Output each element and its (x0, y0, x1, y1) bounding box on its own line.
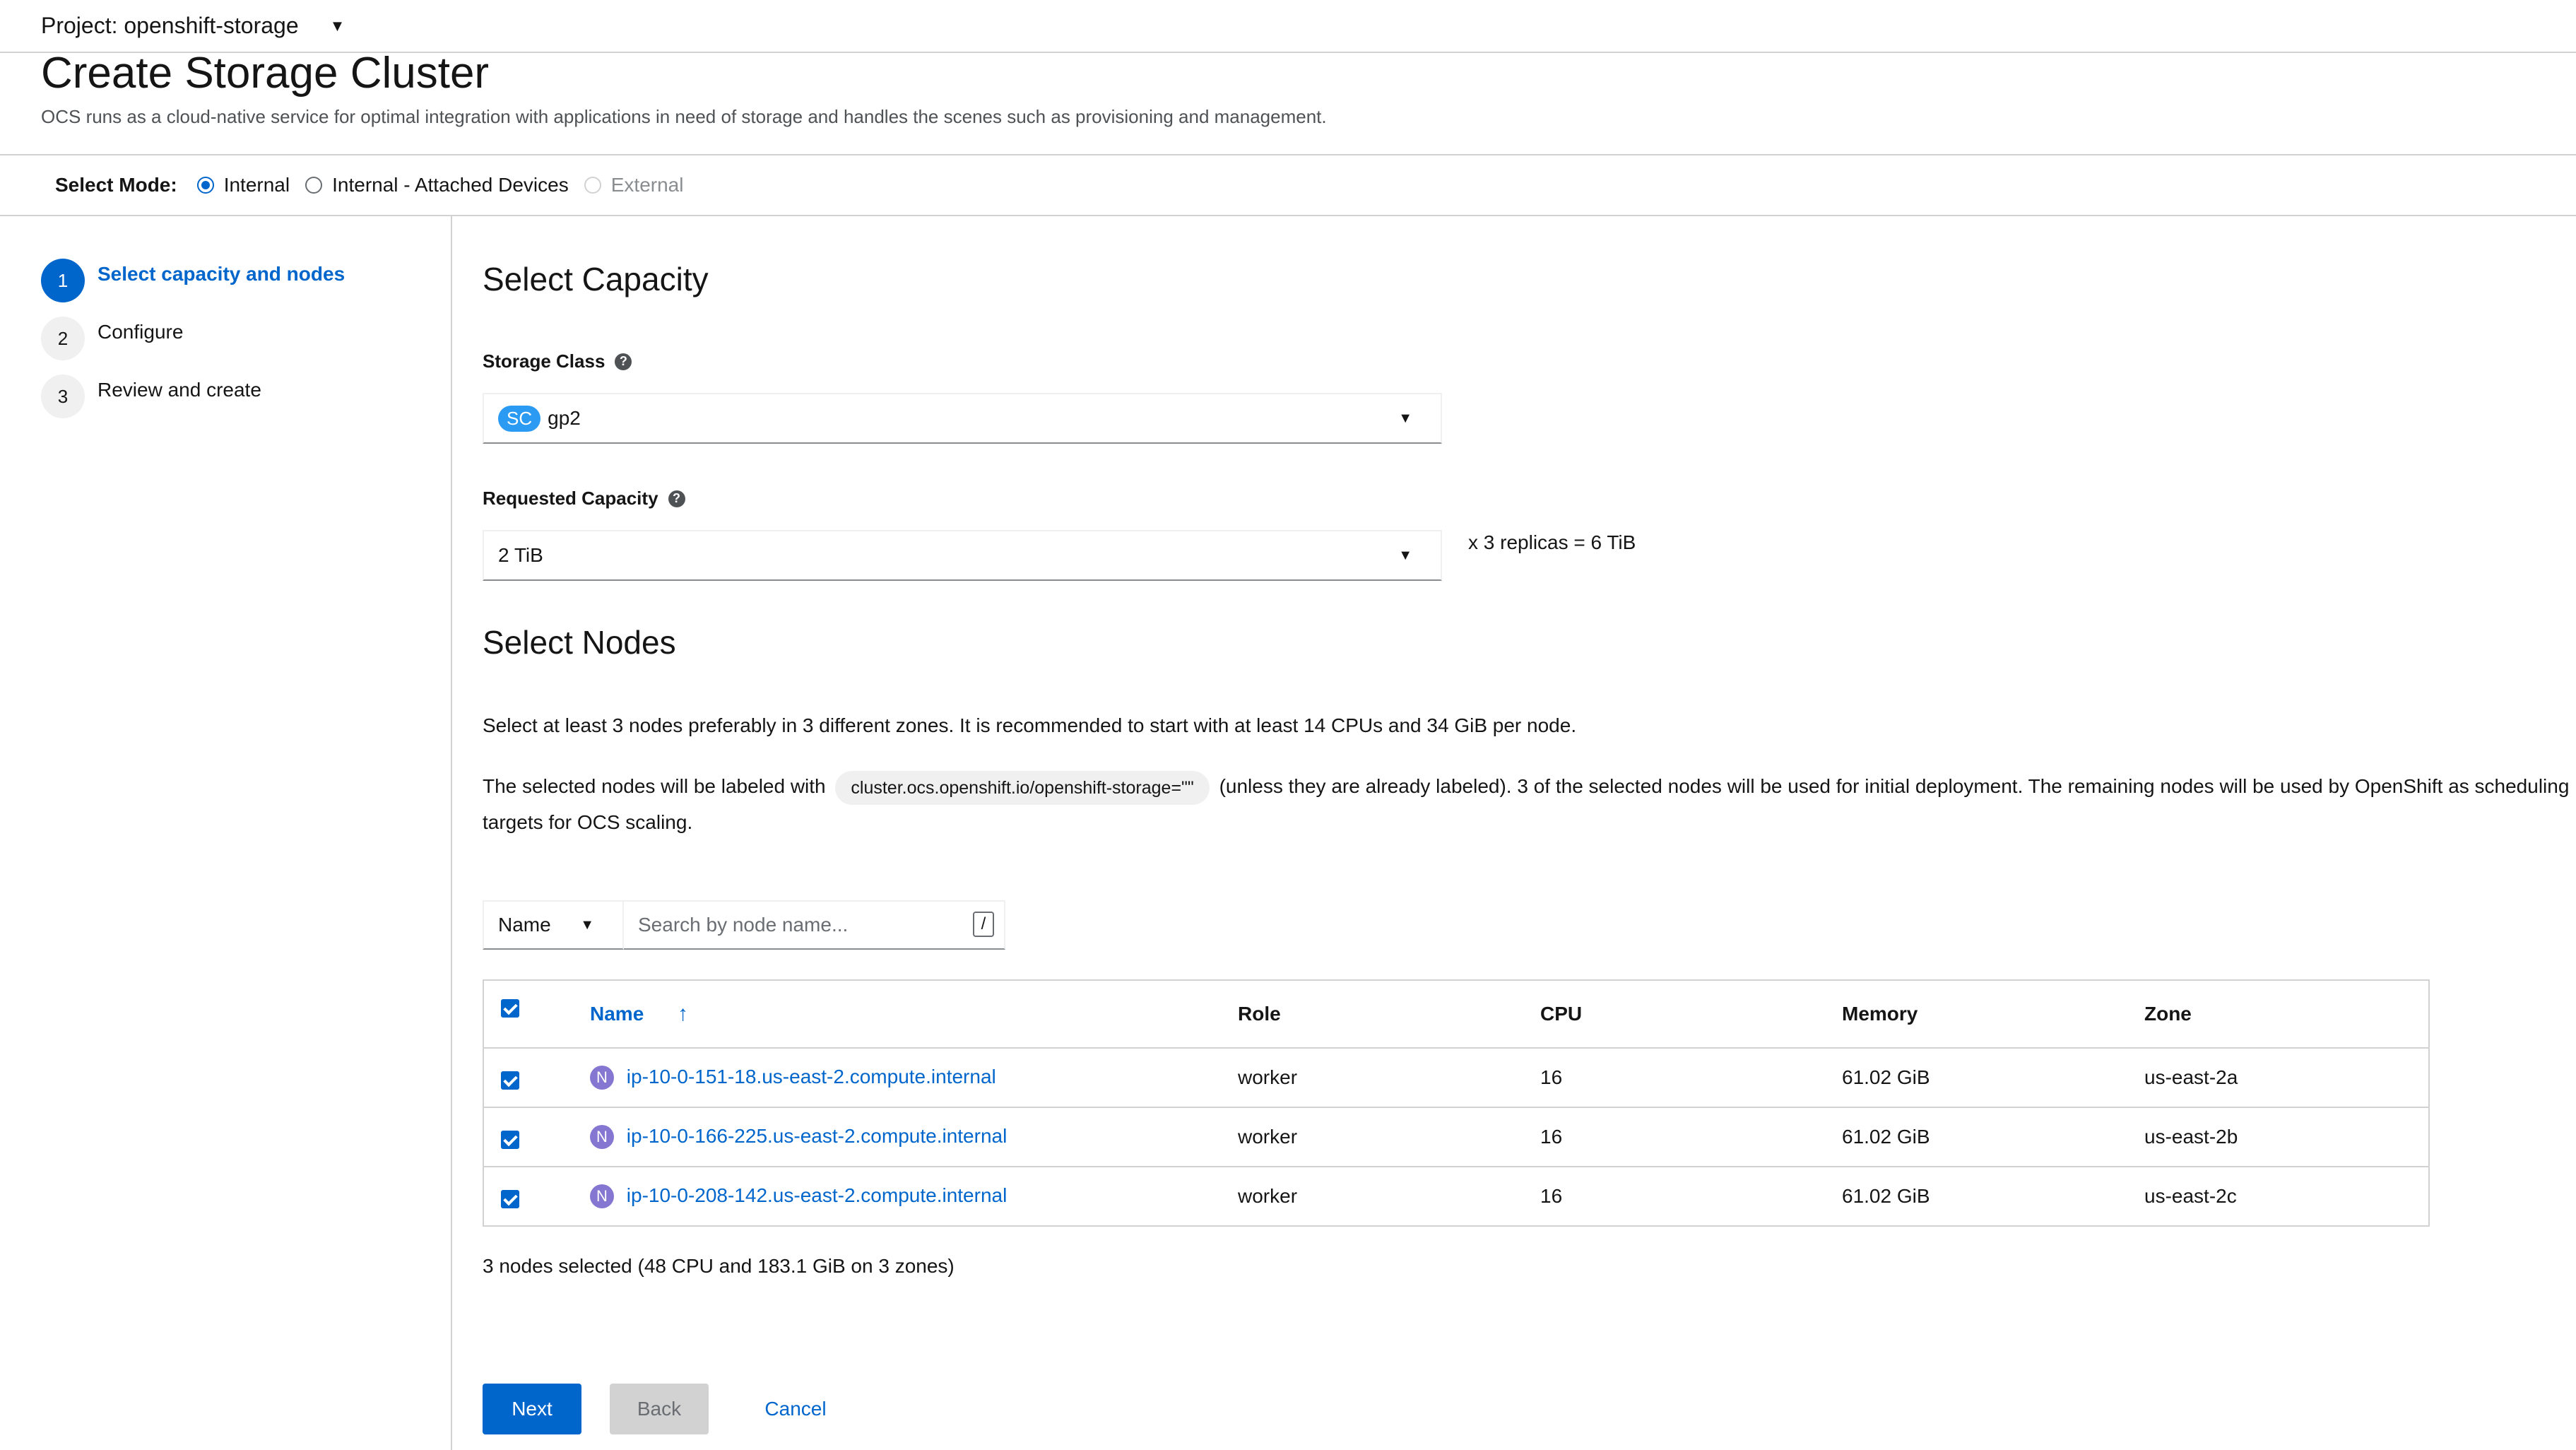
back-button: Back (610, 1384, 709, 1434)
help-icon[interactable]: ? (668, 490, 685, 507)
filter-type-value: Name (498, 914, 551, 936)
help-icon[interactable]: ? (615, 353, 632, 370)
node-search-input[interactable]: Search by node name... / (624, 900, 1005, 950)
label-text-before: The selected nodes will be labeled with (483, 775, 826, 797)
node-filter-toolbar: Name ▼ Search by node name... / (483, 900, 1005, 950)
node-name-cell: N ip-10-0-166-225.us-east-2.compute.inte… (590, 1125, 1007, 1150)
node-badge-icon: N (590, 1125, 614, 1150)
node-cpu: 16 (1540, 1126, 1563, 1148)
page-description: OCS runs as a cloud-native service for o… (41, 106, 1327, 127)
node-role: worker (1238, 1126, 1298, 1148)
radio-icon[interactable] (305, 177, 323, 194)
node-role: worker (1238, 1185, 1298, 1207)
column-header-zone[interactable]: Zone (2144, 1003, 2192, 1025)
mode-option-label: Internal - Attached Devices (332, 174, 569, 196)
row-checkbox[interactable] (501, 1131, 519, 1149)
node-zone: us-east-2c (2144, 1185, 2237, 1207)
next-button[interactable]: Next (483, 1384, 581, 1434)
node-memory: 61.02 GiB (1842, 1066, 1930, 1088)
storage-class-badge: SC (498, 405, 541, 432)
caret-down-icon: ▼ (1398, 547, 1412, 563)
column-header-label: Name (590, 1003, 644, 1025)
node-badge-icon: N (590, 1184, 614, 1209)
requested-capacity-label: Requested Capacity ? (483, 488, 685, 509)
mode-option-label: External (610, 174, 684, 196)
select-all-checkbox[interactable] (501, 999, 519, 1018)
replica-summary: x 3 replicas = 6 TiB (1468, 531, 1636, 553)
table-row: N ip-10-0-166-225.us-east-2.compute.inte… (484, 1107, 2428, 1166)
requested-capacity-dropdown[interactable]: 2 TiB ▼ (483, 530, 1442, 581)
step-number: 2 (41, 317, 85, 360)
cancel-button[interactable]: Cancel (750, 1384, 841, 1434)
nodes-table: Name ↑ Role CPU Memory Zone N ip-10-0-15… (483, 979, 2430, 1227)
sort-ascending-icon[interactable]: ↑ (678, 1002, 688, 1025)
node-name-cell: N ip-10-0-151-18.us-east-2.compute.inter… (590, 1066, 996, 1090)
mode-option-external: External (584, 174, 684, 196)
caret-down-icon: ▼ (580, 916, 594, 933)
step-number: 1 (41, 259, 85, 302)
step-label: Select capacity and nodes (98, 263, 345, 285)
filter-type-dropdown[interactable]: Name ▼ (483, 900, 624, 950)
table-row: N ip-10-0-151-18.us-east-2.compute.inter… (484, 1047, 2428, 1107)
step-label: Configure (98, 321, 184, 343)
mode-option-label: Internal (223, 174, 290, 196)
column-header-cpu[interactable]: CPU (1540, 1003, 1582, 1025)
row-checkbox[interactable] (501, 1190, 519, 1208)
column-header-memory[interactable]: Memory (1842, 1003, 1918, 1025)
step-number: 3 (41, 375, 85, 418)
radio-checked-icon[interactable] (196, 177, 214, 194)
nodes-label-description: The selected nodes will be labeled with … (483, 769, 2574, 840)
node-zone: us-east-2b (2144, 1126, 2238, 1148)
node-cpu: 16 (1540, 1185, 1563, 1207)
radio-disabled-icon (584, 177, 601, 194)
node-name-cell: N ip-10-0-208-142.us-east-2.compute.inte… (590, 1184, 1007, 1209)
project-label: Project: openshift-storage (41, 13, 299, 38)
storage-class-dropdown[interactable]: SC gp2 ▼ (483, 393, 1442, 444)
table-row: N ip-10-0-208-142.us-east-2.compute.inte… (484, 1166, 2428, 1225)
wizard-step-configure[interactable]: 2 Configure (41, 317, 183, 360)
node-memory: 61.02 GiB (1842, 1126, 1930, 1148)
storage-class-label: Storage Class ? (483, 350, 632, 372)
mode-selector: Select Mode: Internal Internal - Attache… (0, 154, 2576, 216)
caret-down-icon: ▼ (329, 16, 345, 35)
selection-summary: 3 nodes selected (48 CPU and 183.1 GiB o… (483, 1255, 955, 1277)
mode-option-internal-attached[interactable]: Internal - Attached Devices (305, 174, 569, 196)
project-selector[interactable]: Project: openshift-storage ▼ (0, 0, 2576, 53)
storage-class-value: gp2 (548, 407, 581, 429)
node-label-chip: cluster.ocs.openshift.io/openshift-stora… (835, 770, 1210, 805)
requested-capacity-value: 2 TiB (498, 544, 543, 566)
select-nodes-title: Select Nodes (483, 624, 676, 661)
node-name-link[interactable]: ip-10-0-208-142.us-east-2.compute.intern… (627, 1184, 1008, 1206)
row-checkbox[interactable] (501, 1071, 519, 1090)
storage-class-label-text: Storage Class (483, 350, 605, 372)
search-placeholder: Search by node name... (638, 914, 849, 936)
page-title: Create Storage Cluster (41, 49, 490, 98)
mode-option-internal[interactable]: Internal (196, 174, 290, 196)
node-badge-icon: N (590, 1066, 614, 1090)
node-role: worker (1238, 1066, 1298, 1088)
column-header-name[interactable]: Name ↑ (590, 1002, 688, 1026)
mode-label: Select Mode: (55, 174, 177, 196)
nodes-intro: Select at least 3 nodes preferably in 3 … (483, 714, 1577, 736)
node-name-link[interactable]: ip-10-0-151-18.us-east-2.compute.interna… (627, 1066, 996, 1088)
node-cpu: 16 (1540, 1066, 1563, 1088)
wizard-nav: 1 Select capacity and nodes 2 Configure … (0, 216, 452, 1450)
wizard-step-select-capacity[interactable]: 1 Select capacity and nodes (41, 259, 345, 302)
keyboard-shortcut-icon: / (973, 912, 994, 937)
node-memory: 61.02 GiB (1842, 1185, 1930, 1207)
node-zone: us-east-2a (2144, 1066, 2238, 1088)
select-capacity-title: Select Capacity (483, 261, 709, 297)
node-name-link[interactable]: ip-10-0-166-225.us-east-2.compute.intern… (627, 1125, 1008, 1147)
step-label: Review and create (98, 379, 261, 401)
wizard-step-review[interactable]: 3 Review and create (41, 375, 261, 418)
table-header-row: Name ↑ Role CPU Memory Zone (484, 981, 2428, 1047)
caret-down-icon: ▼ (1398, 410, 1412, 426)
column-header-role[interactable]: Role (1238, 1003, 1281, 1025)
requested-capacity-label-text: Requested Capacity (483, 488, 658, 509)
